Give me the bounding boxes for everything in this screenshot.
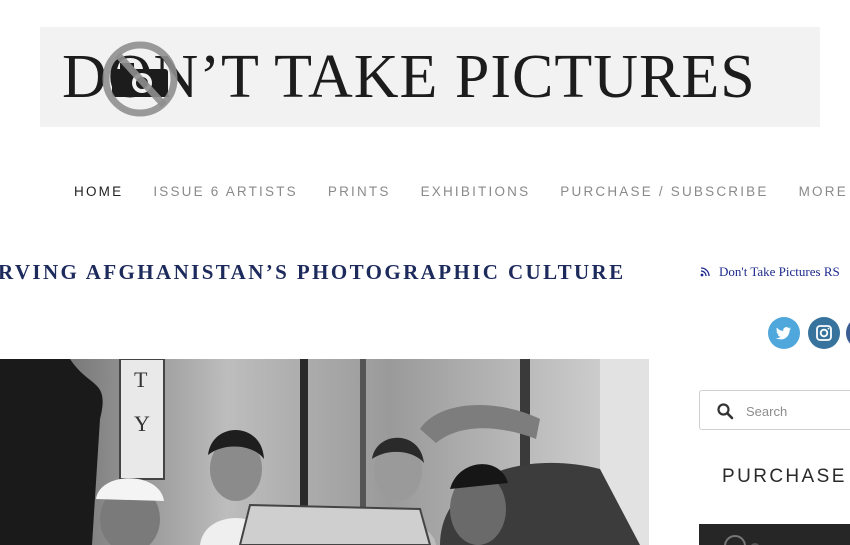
search-input[interactable]	[744, 400, 848, 422]
search-icon[interactable]	[716, 402, 734, 420]
nav-item-exhibitions[interactable]: EXHIBITIONS	[421, 184, 531, 199]
rss-feed-link[interactable]: Don't Take Pictures RS	[700, 264, 840, 280]
photo-scene: T Y	[0, 359, 649, 545]
site-banner[interactable]: DON’T TAKE PICTURES	[40, 27, 820, 127]
no-camera-icon	[102, 41, 178, 117]
instagram-camera-glyph	[816, 325, 832, 341]
nav-item-home[interactable]: HOME	[74, 184, 123, 199]
twitter-bird-glyph	[775, 327, 791, 340]
nav-item-issue-6-artists[interactable]: ISSUE 6 ARTISTS	[153, 184, 298, 199]
post-title[interactable]: RVING AFGHANISTAN’S PHOTOGRAPHIC CULTURE	[0, 260, 626, 285]
widget-image-graphic	[699, 524, 850, 545]
svg-text:T: T	[134, 367, 148, 392]
svg-text:Y: Y	[134, 411, 150, 436]
post-featured-photo[interactable]: T Y	[0, 359, 649, 545]
nav-item-purchase-subscribe[interactable]: PURCHASE / SUBSCRIBE	[560, 184, 768, 199]
rss-icon	[700, 267, 710, 277]
rss-link-label[interactable]: Don't Take Pictures RS	[719, 264, 840, 280]
facebook-icon[interactable]	[846, 317, 850, 349]
main-nav: HOME ISSUE 6 ARTISTS PRINTS EXHIBITIONS …	[74, 184, 850, 199]
twitter-icon[interactable]	[768, 317, 800, 349]
sidebar-search	[699, 390, 850, 430]
instagram-icon[interactable]	[808, 317, 840, 349]
nav-item-more[interactable]: MORE	[799, 184, 848, 199]
nav-item-prints[interactable]: PRINTS	[328, 184, 391, 199]
widget-title-purchase: PURCHASE I	[722, 466, 850, 487]
widget-purchase-image[interactable]	[699, 524, 850, 545]
